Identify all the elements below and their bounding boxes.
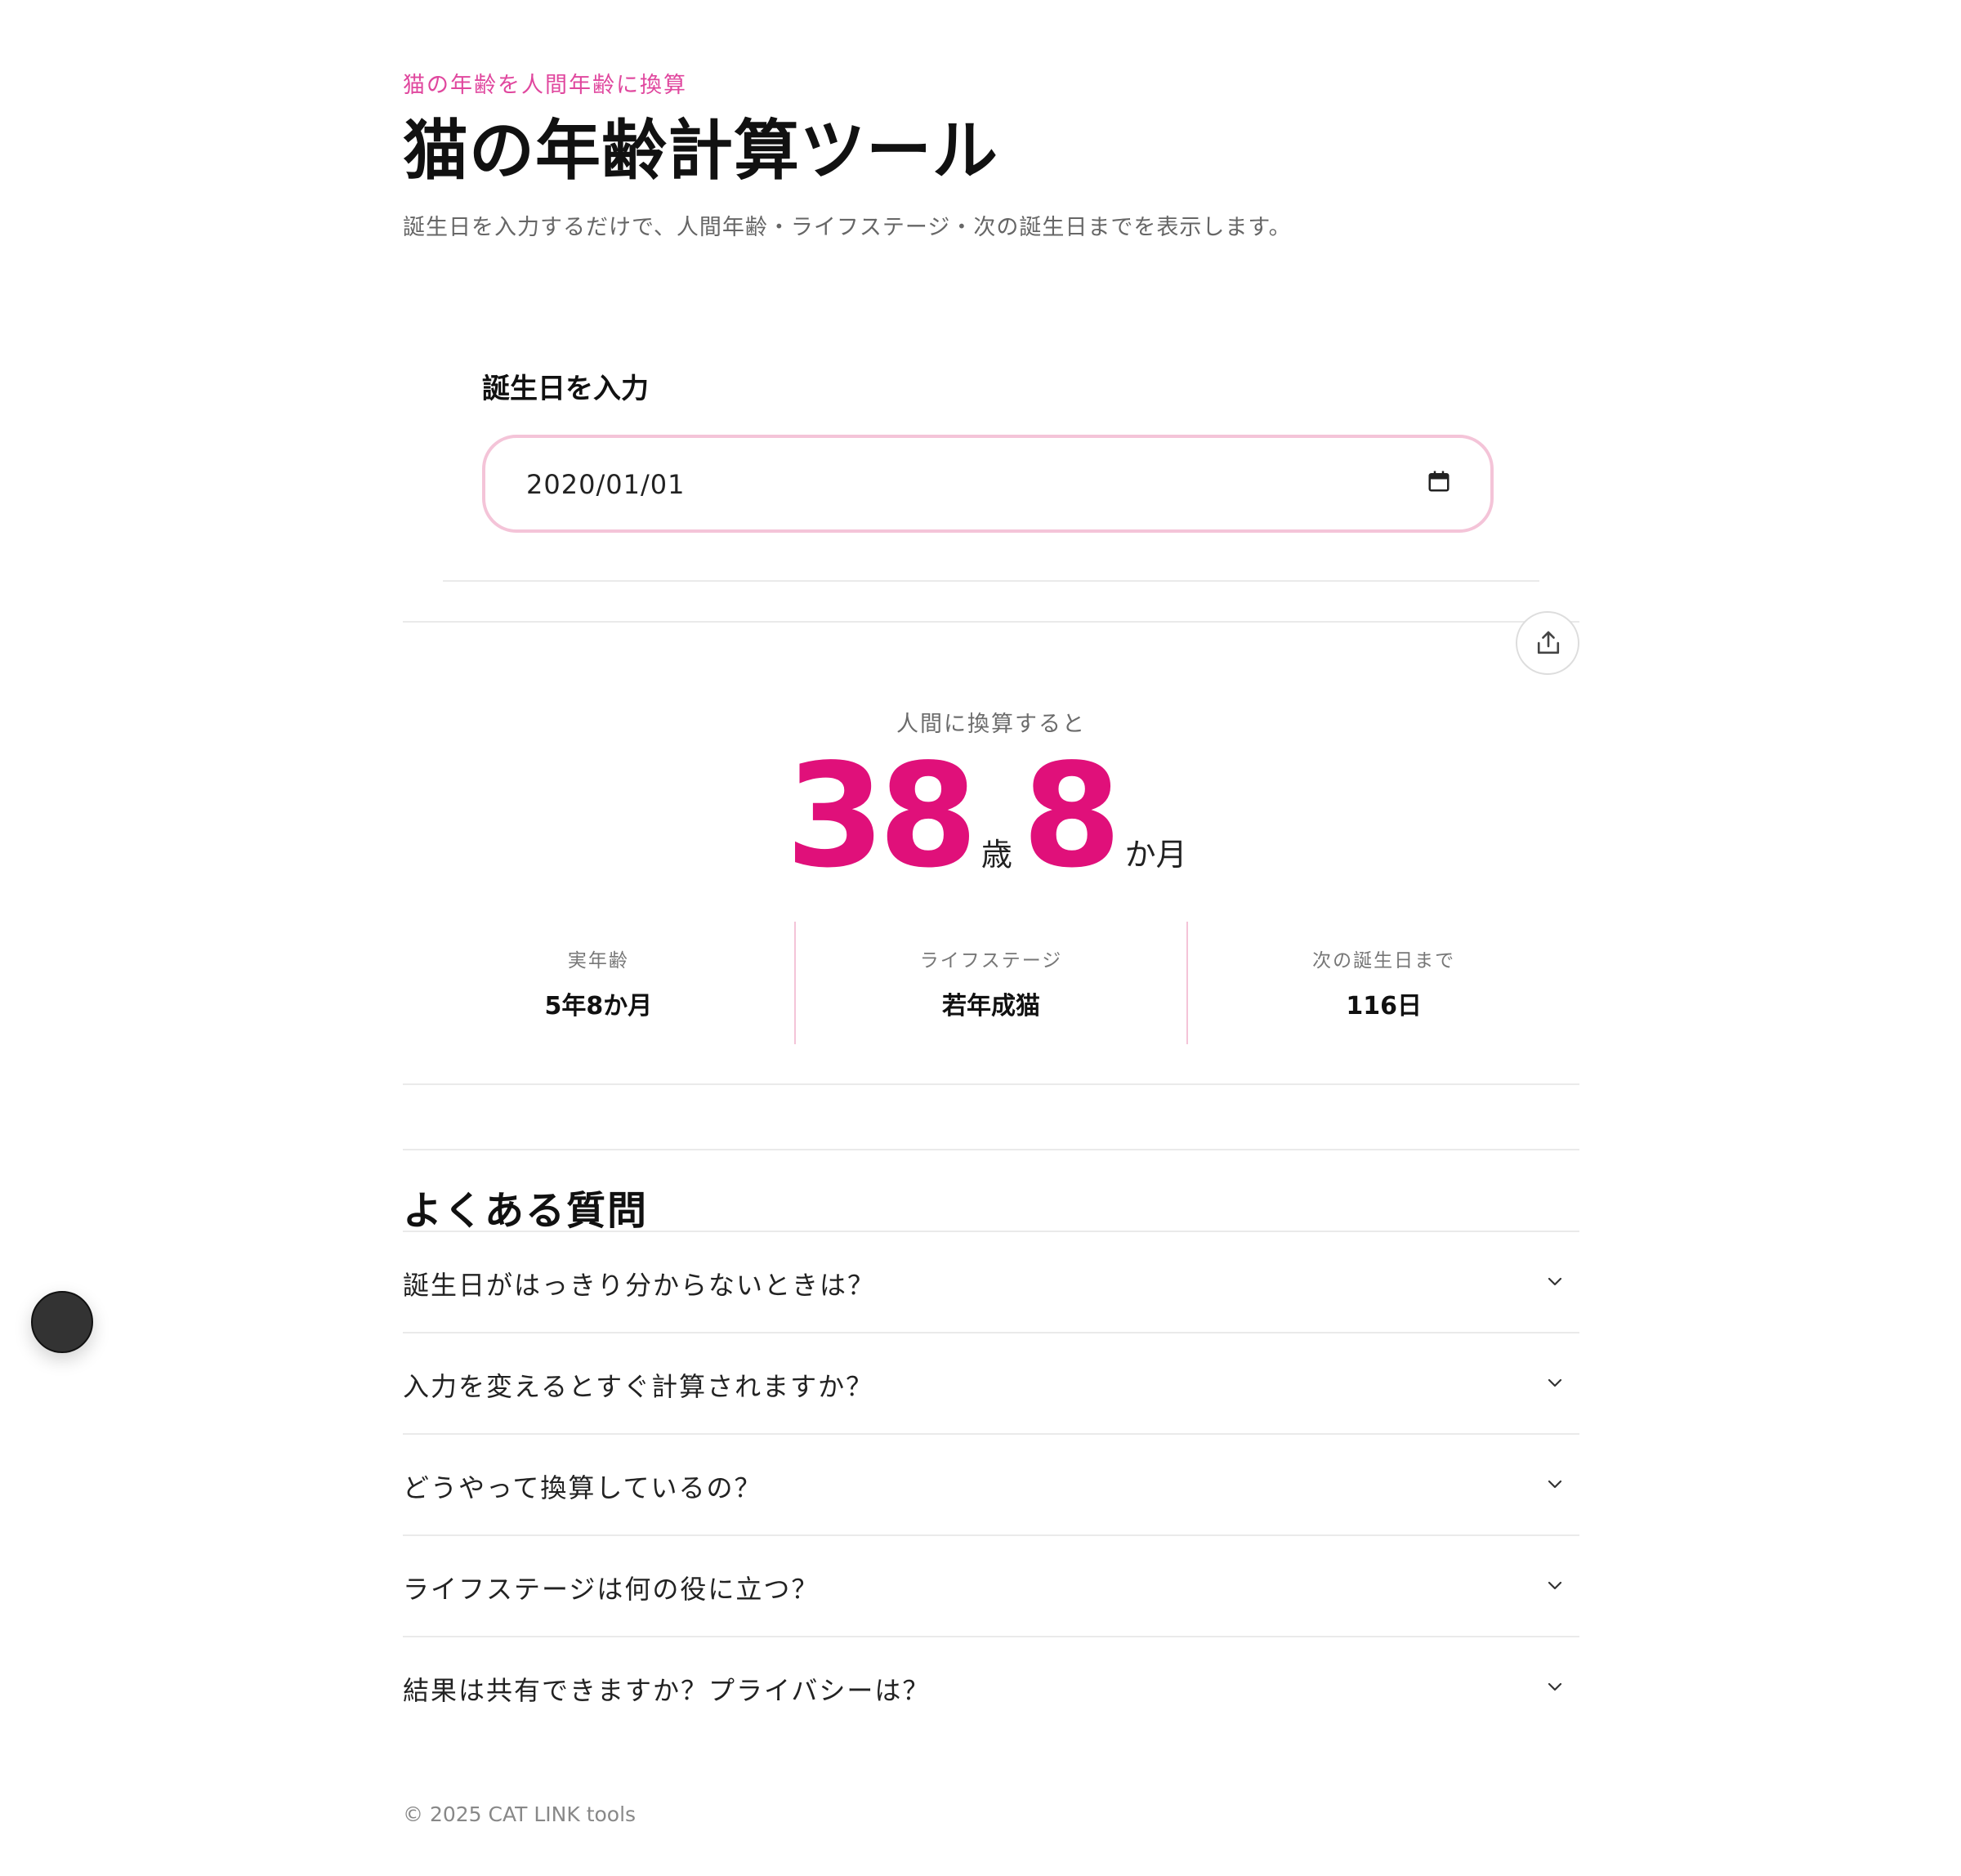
- date-value: 2020/01/01: [526, 469, 686, 500]
- faq-item[interactable]: ライフステージは何の役に立つ？: [403, 1534, 1579, 1636]
- share-button[interactable]: [1516, 611, 1579, 675]
- stat-value: 若年成猫: [942, 992, 1040, 1021]
- faq-item[interactable]: 結果は共有できますか？プライバシーは？: [403, 1636, 1579, 1737]
- faq-question: 入力を変えるとすぐ計算されますか？: [403, 1371, 874, 1402]
- human-age-months: 8: [1021, 734, 1122, 900]
- eyebrow-text: 猫の年齢を人間年齢に換算: [403, 73, 687, 98]
- chevron-down-icon: [1548, 1581, 1562, 1590]
- faq-section: よくある質問 誕生日がはっきり分からないときは？ 入力を変えるとすぐ計算されます…: [403, 1149, 1579, 1706]
- faq-item[interactable]: どうやって換算しているの？: [403, 1433, 1579, 1534]
- chevron-down-icon: [1548, 1378, 1562, 1387]
- faq-item[interactable]: 入力を変えるとすぐ計算されますか？: [403, 1332, 1579, 1433]
- calendar-icon[interactable]: [1427, 469, 1451, 494]
- faq-list: 誕生日がはっきり分からないときは？ 入力を変えるとすぐ計算されますか？ どうやっ…: [403, 1231, 1579, 1737]
- birthday-input-section: 誕生日を入力 2020/01/01: [443, 343, 1539, 582]
- faq-title: よくある質問: [403, 1188, 649, 1234]
- faq-question: 誕生日がはっきり分からないときは？: [403, 1270, 876, 1301]
- faq-item[interactable]: 誕生日がはっきり分からないときは？: [403, 1231, 1579, 1332]
- chevron-down-icon: [1548, 1480, 1562, 1489]
- human-age-years: 38: [785, 734, 978, 900]
- faq-question: ライフステージは何の役に立つ？: [403, 1574, 820, 1605]
- stats-row: 実年齢 5年8か月 ライフステージ 若年成猫 次の誕生日まで 116日: [403, 922, 1579, 1044]
- chevron-down-icon: [1548, 1277, 1562, 1286]
- page-subtitle: 誕生日を入力するだけで、人間年齢・ライフステージ・次の誕生日までを表示します。: [403, 215, 1292, 240]
- stat-next-birthday: 次の誕生日まで 116日: [1186, 922, 1579, 1044]
- stat-label: 次の誕生日まで: [1312, 950, 1456, 971]
- floating-action-button[interactable]: [31, 1291, 93, 1353]
- page: 猫の年齢を人間年齢に換算 猫の年齢計算ツール 誕生日を入力するだけで、人間年齢・…: [0, 0, 1961, 1876]
- stat-value: 5年8か月: [544, 992, 653, 1021]
- months-unit: か月: [1124, 837, 1187, 873]
- page-title: 猫の年齢計算ツール: [403, 113, 998, 189]
- result-caption: 人間に換算すると: [896, 712, 1086, 737]
- share-icon: [1537, 631, 1560, 654]
- human-age-display: 38 歳8 か月: [403, 744, 1579, 891]
- faq-question: 結果は共有できますか？プライバシーは？: [403, 1675, 931, 1706]
- stat-label: 実年齢: [567, 950, 629, 971]
- birthday-input-label: 誕生日を入力: [482, 373, 649, 405]
- stat-actual-age: 実年齢 5年8か月: [403, 922, 794, 1044]
- chevron-down-icon: [1548, 1682, 1562, 1691]
- result-panel: 人間に換算すると 38 歳8 か月 実年齢 5年8か月 ライフステージ 若年成猫 次…: [403, 611, 1579, 1085]
- stat-life-stage: ライフステージ 若年成猫: [793, 922, 1187, 1044]
- stat-label: ライフステージ: [919, 950, 1063, 971]
- stat-value: 116日: [1346, 992, 1422, 1021]
- birthday-date-input[interactable]: 2020/01/01: [482, 435, 1494, 533]
- years-unit: 歳: [981, 837, 1012, 873]
- faq-question: どうやって換算しているの？: [403, 1472, 762, 1503]
- footer-copyright: © 2025 CAT LINK tools: [403, 1802, 637, 1826]
